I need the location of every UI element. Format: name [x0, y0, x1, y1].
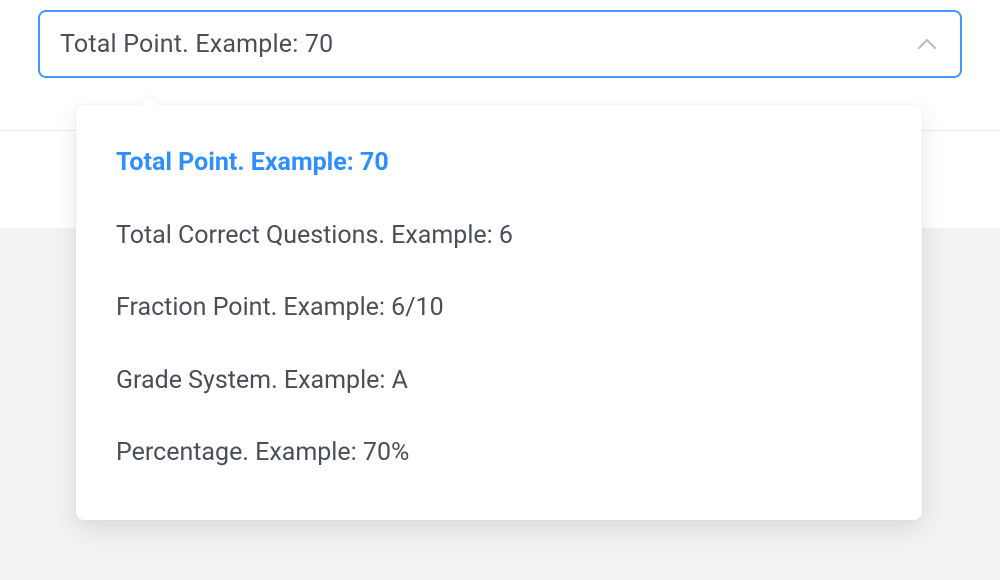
select-dropdown: Total Point. Example: 70 Total Correct Q… [76, 105, 922, 520]
select-trigger[interactable]: Total Point. Example: 70 [38, 10, 962, 78]
option-fraction-point[interactable]: Fraction Point. Example: 6/10 [76, 272, 922, 345]
grading-format-select: Total Point. Example: 70 Total Point. Ex… [38, 10, 962, 78]
option-total-point[interactable]: Total Point. Example: 70 [76, 127, 922, 200]
option-percentage[interactable]: Percentage. Example: 70% [76, 417, 922, 490]
option-total-correct-questions[interactable]: Total Correct Questions. Example: 6 [76, 200, 922, 273]
option-grade-system[interactable]: Grade System. Example: A [76, 345, 922, 418]
select-value: Total Point. Example: 70 [60, 30, 333, 59]
chevron-up-icon [916, 33, 938, 55]
dropdown-caret [140, 96, 160, 106]
